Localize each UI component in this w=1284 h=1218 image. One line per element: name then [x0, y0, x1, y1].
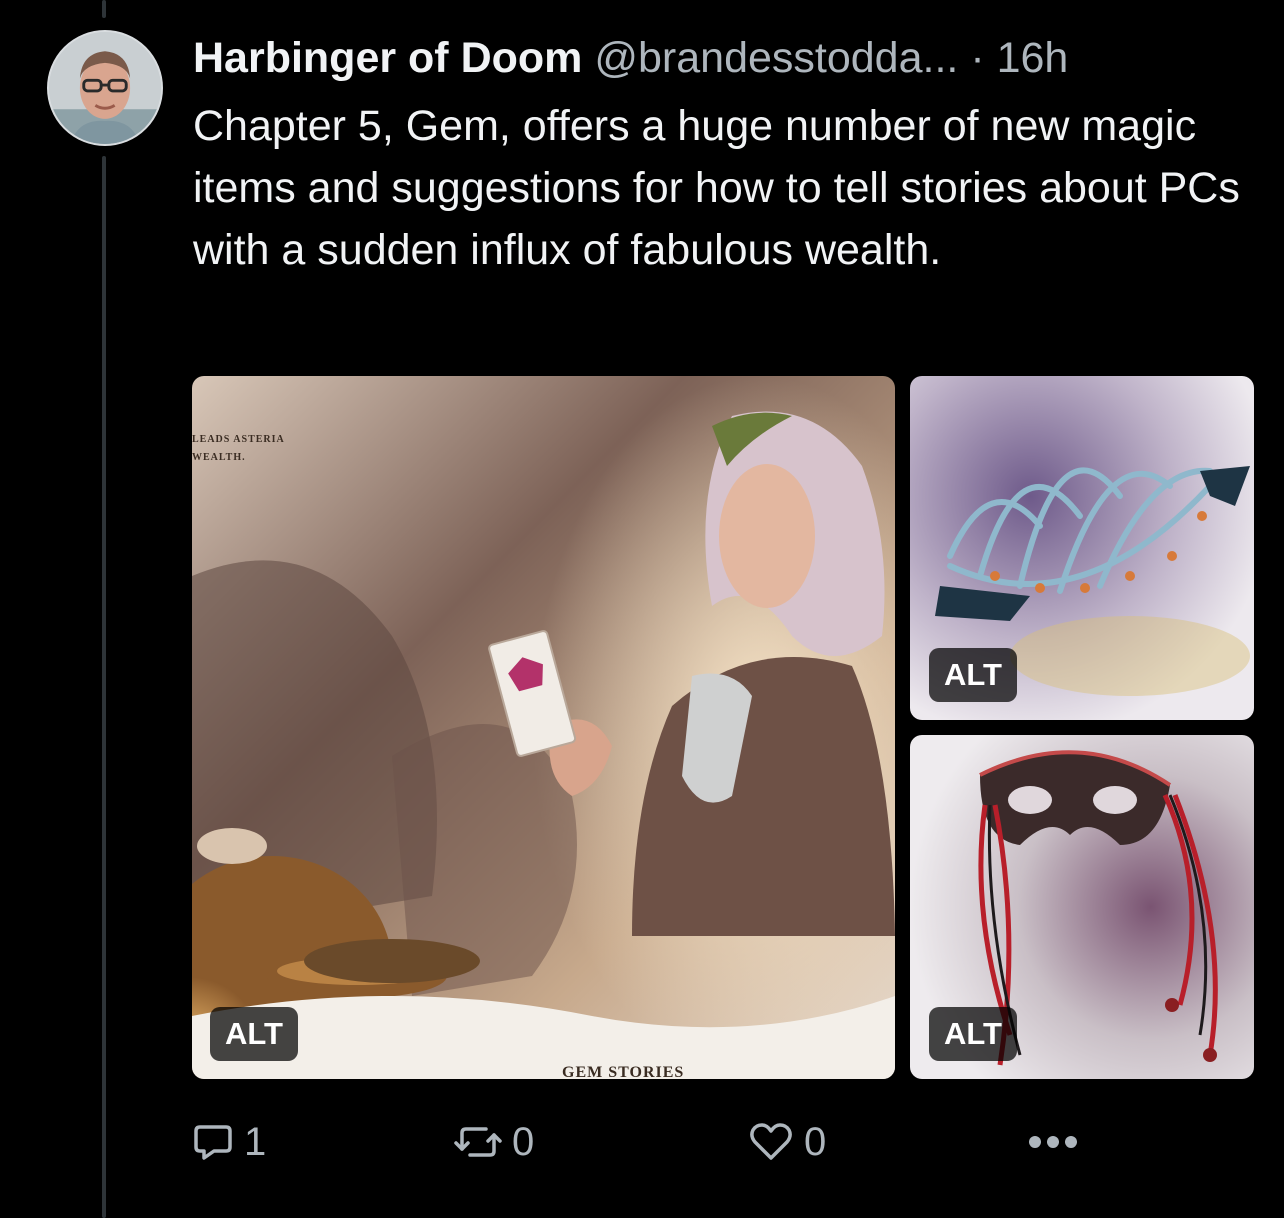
repost-count: 0 — [512, 1119, 535, 1164]
author-display-name[interactable]: Harbinger of Doom — [193, 34, 582, 82]
media-image-3[interactable]: ALT — [910, 735, 1254, 1079]
media-image-1[interactable]: LEADS ASTERIA WEALTH. GEM STORIES ALT — [192, 376, 895, 1079]
media-image-2[interactable]: ALT — [910, 376, 1254, 720]
reply-count: 1 — [244, 1119, 267, 1164]
post-actions: 1 0 0 — [192, 1112, 1262, 1172]
post-text: Chapter 5, Gem, offers a huge number of … — [193, 102, 1240, 274]
post-timestamp[interactable]: 16h — [997, 34, 1069, 82]
image-caption: GEM STORIES — [562, 1064, 685, 1079]
heart-icon — [750, 1123, 792, 1160]
reply-button[interactable]: 1 — [192, 1112, 266, 1172]
alt-badge[interactable]: ALT — [210, 1007, 298, 1061]
repost-button[interactable]: 0 — [454, 1112, 534, 1172]
repost-icon — [454, 1127, 502, 1157]
avatar[interactable] — [47, 30, 163, 146]
reply-bubble-icon — [194, 1125, 232, 1160]
alt-badge[interactable]: ALT — [929, 1007, 1017, 1061]
header-separator: · — [970, 34, 985, 82]
thread-line — [102, 0, 106, 18]
alt-badge[interactable]: ALT — [929, 648, 1017, 702]
post-header: Harbinger of Doom @brandesstodda... · 16… — [193, 33, 1263, 83]
more-options-button[interactable] — [1027, 1112, 1079, 1172]
like-button[interactable]: 0 — [748, 1112, 826, 1172]
page-tag-line-2: WEALTH. — [192, 452, 246, 463]
author-handle[interactable]: @brandesstodda... — [594, 34, 958, 82]
page-tag-line-1: LEADS ASTERIA — [192, 434, 285, 445]
like-count: 0 — [804, 1119, 827, 1164]
avatar-photo-icon — [49, 32, 161, 144]
more-dots-icon — [1029, 1136, 1077, 1148]
fantasy-illustration-image — [192, 376, 895, 1079]
post[interactable]: Harbinger of Doom @brandesstodda... · 16… — [0, 0, 1284, 1218]
thread-line — [102, 156, 106, 1218]
